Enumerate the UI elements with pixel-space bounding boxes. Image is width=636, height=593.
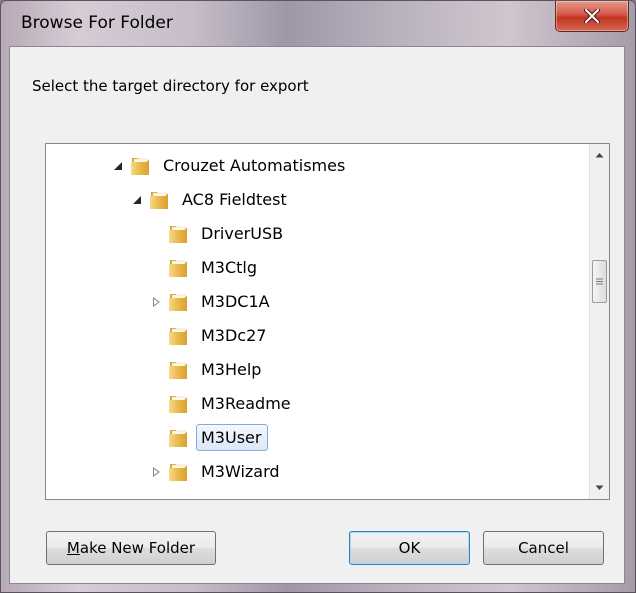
- scroll-thumb[interactable]: [592, 260, 607, 303]
- folder-icon: [129, 155, 153, 177]
- folder-icon: [167, 393, 191, 415]
- close-icon: [584, 9, 600, 23]
- tree-item[interactable]: M3DC1A: [149, 286, 270, 317]
- dialog-prompt: Select the target directory for export: [32, 77, 309, 95]
- folder-icon: [167, 223, 191, 245]
- folder-icon: [167, 325, 191, 347]
- tree-item[interactable]: AC8 Fieldtest: [130, 184, 287, 215]
- folder-icon: [148, 189, 172, 211]
- folder-icon: [167, 461, 191, 483]
- tree-item-label: M3Help: [201, 360, 262, 379]
- ok-button[interactable]: OK: [349, 531, 470, 565]
- tree-item-label: AC8 Fieldtest: [182, 190, 287, 209]
- size-grip-icon[interactable]: [620, 578, 632, 590]
- collapsed-triangle-icon[interactable]: [149, 295, 163, 309]
- cancel-button[interactable]: Cancel: [483, 531, 604, 565]
- tree-item[interactable]: M3Wizard: [149, 456, 280, 487]
- folder-icon: [167, 359, 191, 381]
- scroll-down-button[interactable]: [590, 479, 609, 497]
- make-new-folder-button[interactable]: Make New Folder: [46, 531, 216, 565]
- scroll-up-button[interactable]: [590, 146, 609, 164]
- folder-icon: [167, 257, 191, 279]
- tree-item[interactable]: Crouzet Automatismes: [111, 150, 345, 181]
- tree-item[interactable]: DriverUSB: [149, 218, 283, 249]
- tree-item[interactable]: M3Help: [149, 354, 261, 385]
- tree-item-label: M3DC1A: [201, 292, 270, 311]
- tree-item[interactable]: M3Readme: [149, 388, 291, 419]
- window-title: Browse For Folder: [21, 13, 173, 33]
- tree-item-label: M3Ctlg: [201, 258, 258, 277]
- folder-icon: [167, 291, 191, 313]
- make-new-folder-label: ake New Folder: [79, 539, 196, 557]
- scroll-up-icon: [595, 153, 604, 158]
- tree-item[interactable]: M3User: [149, 422, 269, 453]
- tree-item-label: M3Dc27: [201, 326, 267, 345]
- expanded-triangle-icon[interactable]: [130, 193, 144, 207]
- make-new-folder-mnemonic: M: [66, 539, 80, 557]
- folder-tree[interactable]: Crouzet Automatismes AC8 Fieldtest DriverU…: [45, 143, 610, 500]
- ok-label: OK: [398, 539, 421, 557]
- expanded-triangle-icon[interactable]: [111, 159, 125, 173]
- tree-item[interactable]: M3Dc27: [149, 320, 266, 351]
- tree-item-label: M3User: [196, 424, 269, 451]
- tree-item-label: Crouzet Automatismes: [163, 156, 346, 175]
- tree-item[interactable]: M3Ctlg: [149, 252, 257, 283]
- close-button[interactable]: [555, 1, 629, 32]
- cancel-label: Cancel: [518, 539, 569, 557]
- tree-item-label: M3Readme: [201, 394, 291, 413]
- grip-icon: [596, 278, 603, 285]
- scroll-down-icon: [595, 485, 604, 490]
- vertical-scrollbar[interactable]: [589, 144, 609, 499]
- tree-item-label: DriverUSB: [201, 224, 284, 243]
- collapsed-triangle-icon[interactable]: [149, 465, 163, 479]
- tree-item-label: M3Wizard: [201, 462, 280, 481]
- folder-icon: [167, 427, 191, 449]
